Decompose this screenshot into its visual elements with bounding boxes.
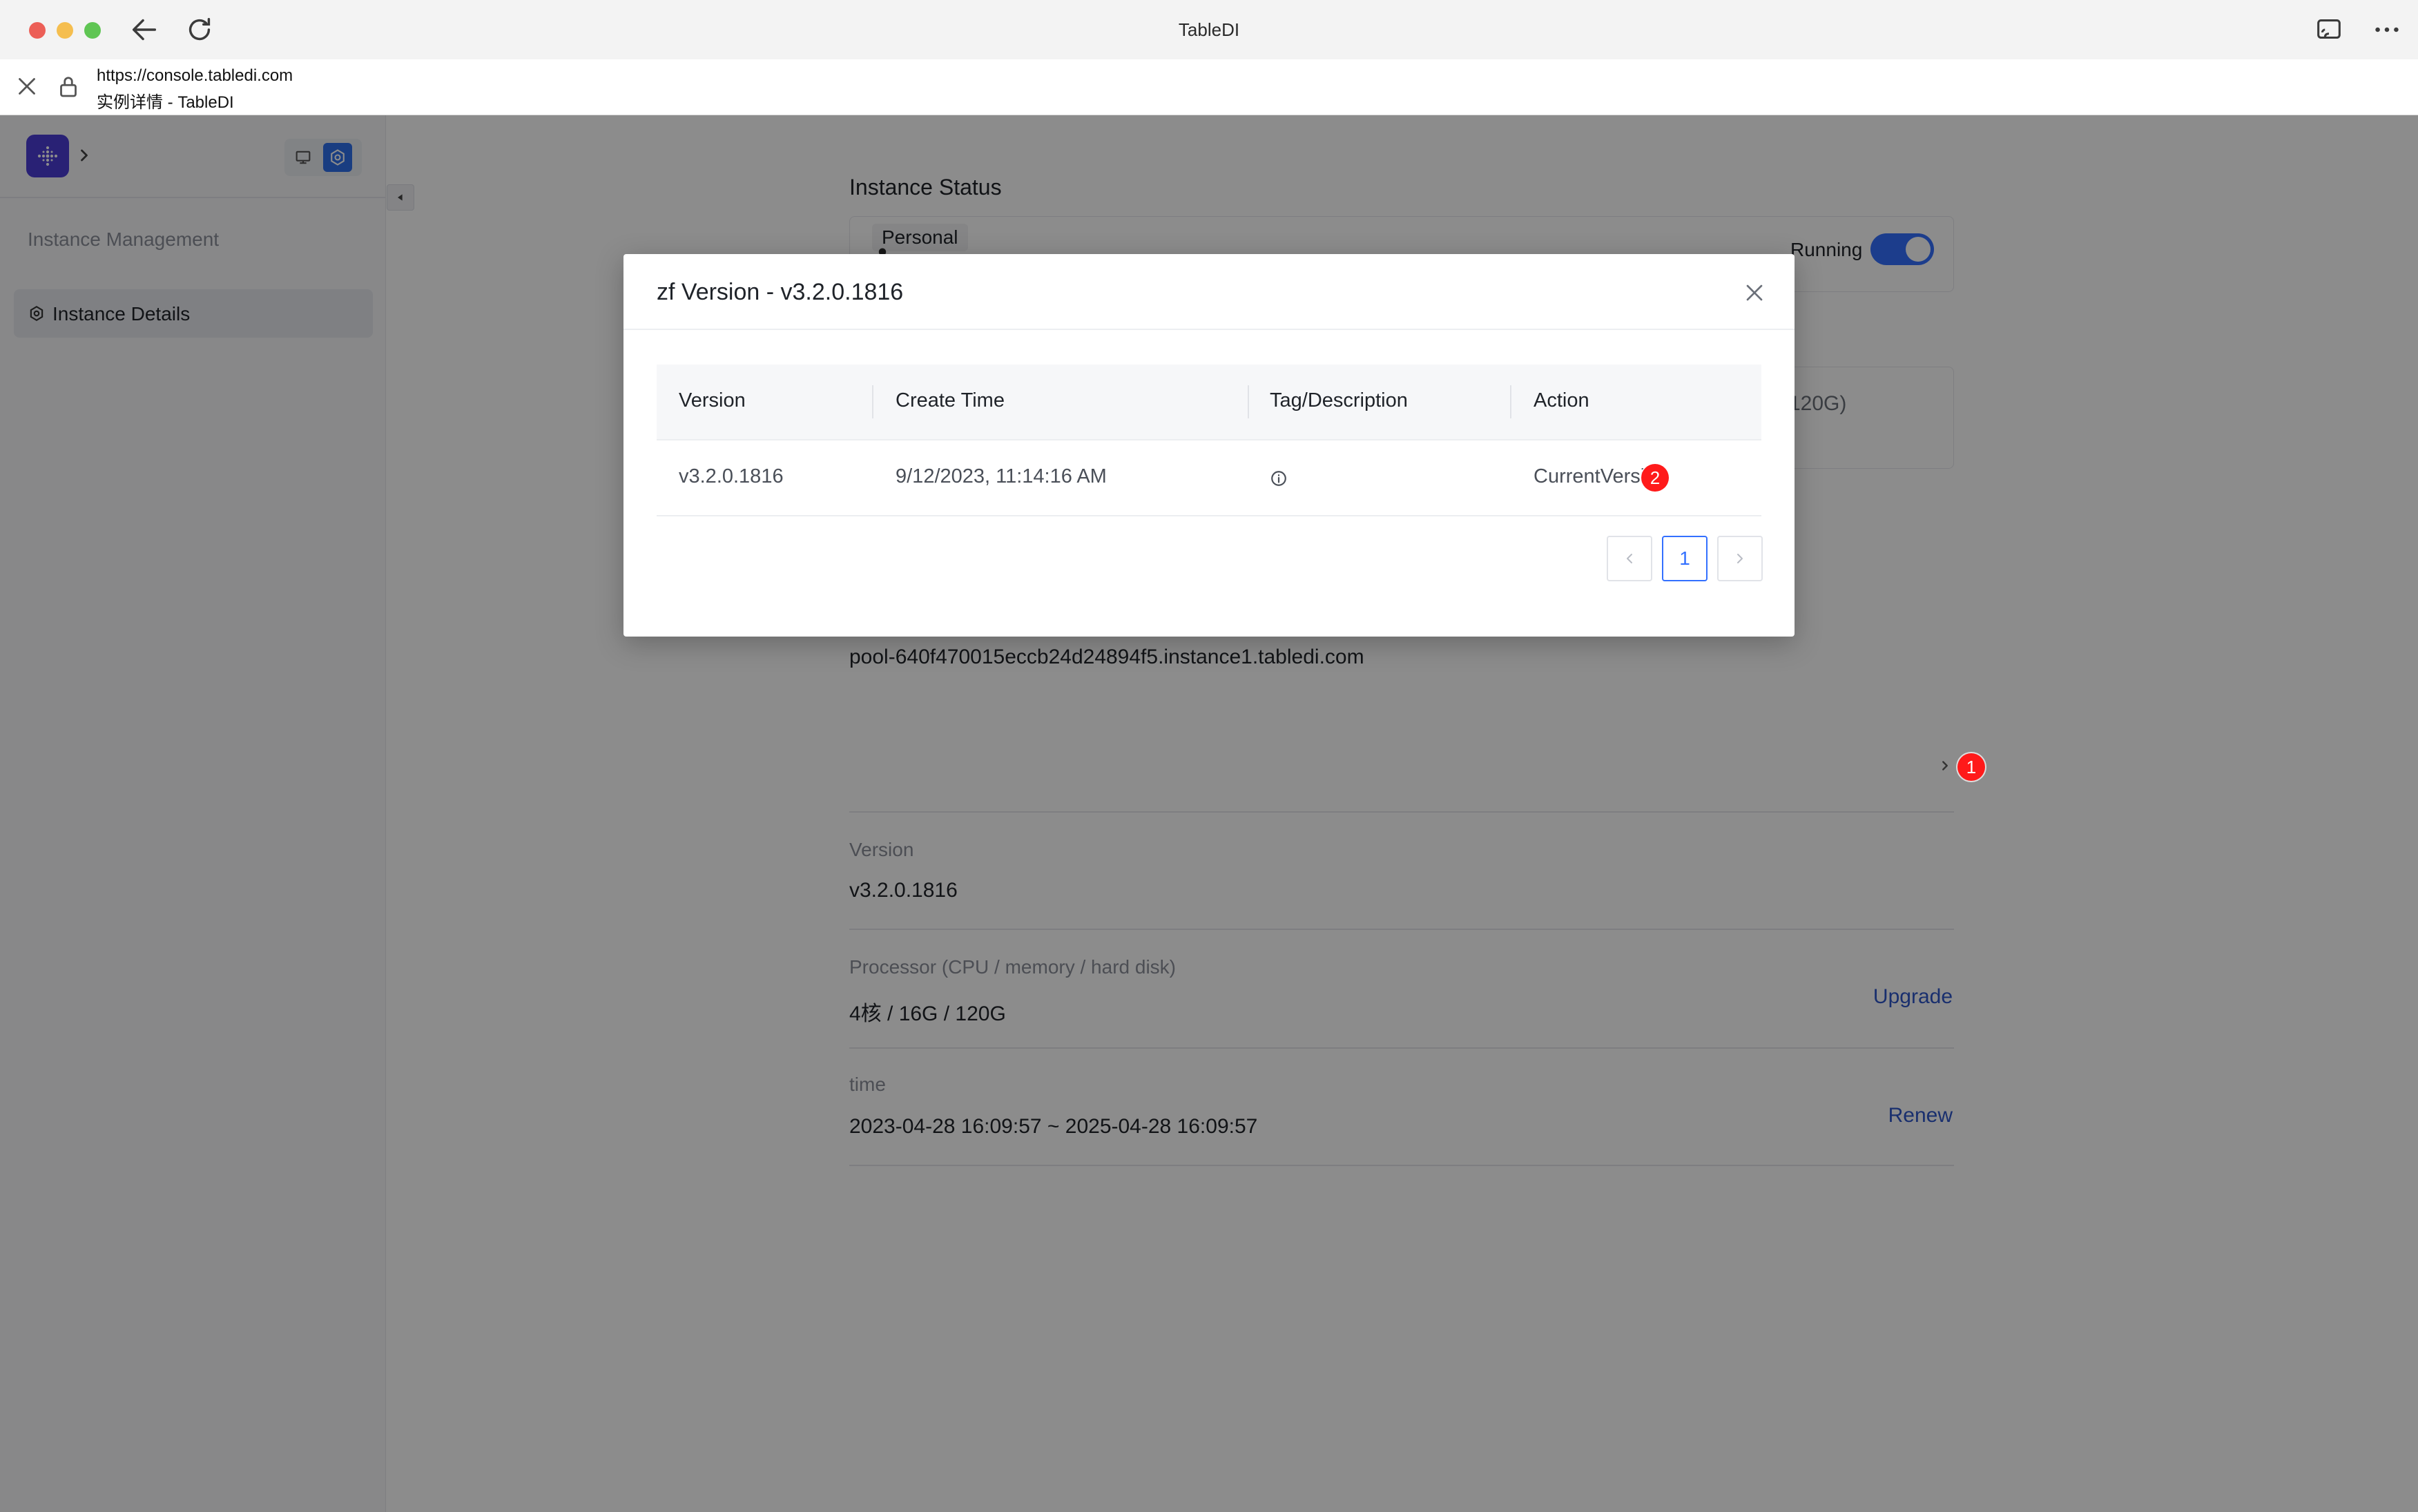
chevron-left-icon xyxy=(1627,554,1632,563)
more-options-icon[interactable] xyxy=(2371,14,2403,46)
column-header-create-time: Create Time xyxy=(896,389,1005,411)
column-header-action: Action xyxy=(1534,389,1589,411)
close-icon[interactable] xyxy=(1741,279,1768,307)
row-create-time: 9/12/2023, 11:14:16 AM xyxy=(896,465,1107,487)
cast-icon[interactable] xyxy=(2313,14,2345,46)
pagination-page-1[interactable]: 1 xyxy=(1662,536,1708,581)
page-title-text: 实例详情 - TableDI xyxy=(97,93,234,112)
chevron-right-icon xyxy=(1737,554,1743,563)
url-text[interactable]: https://console.tabledi.com xyxy=(97,66,293,86)
lock-icon xyxy=(54,72,83,101)
window-titlebar: TableDI xyxy=(0,0,2418,60)
version-modal: zf Version - v3.2.0.1816 Version Create … xyxy=(623,254,1795,637)
address-bar: https://console.tabledi.com 实例详情 - Table… xyxy=(0,59,2418,115)
column-separator xyxy=(872,385,873,418)
column-separator xyxy=(1248,385,1249,418)
version-chevron-icon[interactable] xyxy=(1937,756,1953,775)
close-tab-icon[interactable] xyxy=(12,72,41,101)
column-header-tag: Tag/Description xyxy=(1270,389,1408,411)
column-header-version: Version xyxy=(679,389,746,411)
annotation-badge-2: 2 xyxy=(1641,464,1669,492)
info-icon[interactable] xyxy=(1270,469,1288,487)
row-version: v3.2.0.1816 xyxy=(679,465,784,487)
annotation-badge-1: 1 xyxy=(1957,753,1985,781)
table-header: Version Create Time Tag/Description Acti… xyxy=(657,365,1761,440)
window-title: TableDI xyxy=(1178,19,1240,40)
table-row: v3.2.0.1816 9/12/2023, 11:14:16 AM Curre… xyxy=(657,440,1761,516)
pagination-next-button[interactable] xyxy=(1717,536,1763,581)
modal-title: zf Version - v3.2.0.1816 xyxy=(657,279,904,305)
pagination-prev-button[interactable] xyxy=(1607,536,1652,581)
modal-divider xyxy=(623,329,1795,330)
column-separator xyxy=(1510,385,1511,418)
